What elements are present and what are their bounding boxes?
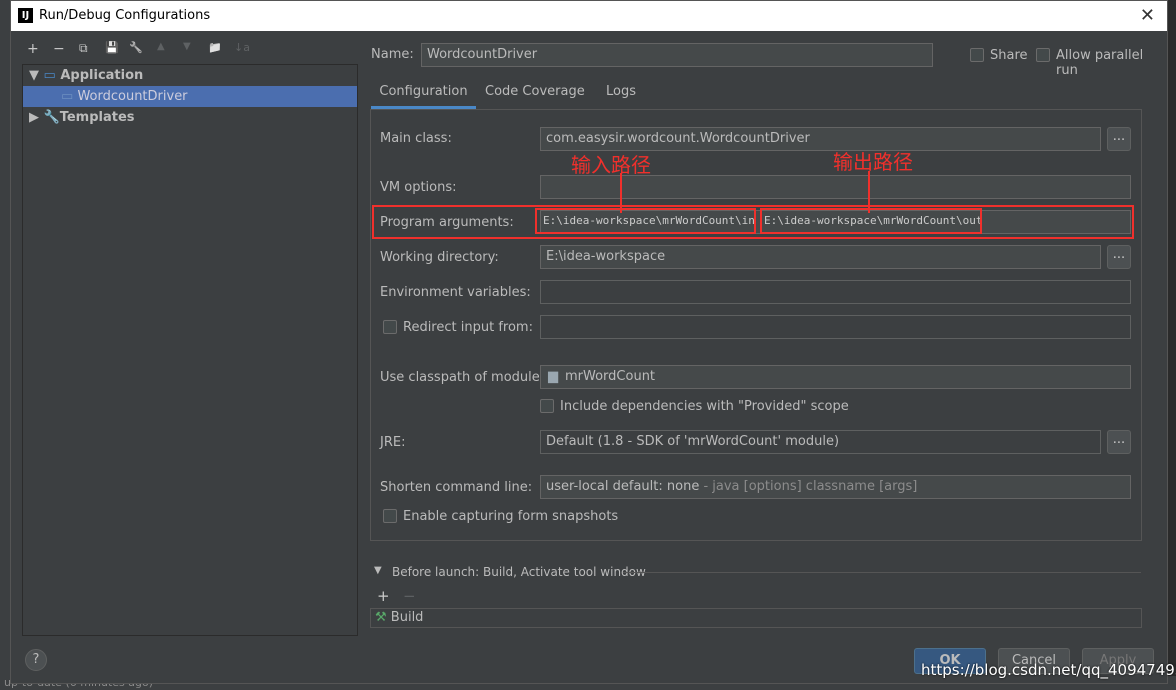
save-icon[interactable]: 💾	[105, 41, 119, 54]
program-arguments-label: Program arguments:	[380, 215, 514, 230]
tree-label: WordcountDriver	[77, 89, 188, 104]
snapshots-checkbox[interactable]	[383, 509, 397, 523]
annotation-output: 输出路径	[833, 150, 913, 174]
watermark: https://blog.csdn.net/qq_40947493	[921, 661, 1176, 679]
tree-label: Application	[60, 68, 144, 83]
working-directory-browse-button[interactable]: ...	[1107, 245, 1131, 269]
before-launch-label: Before launch: Build, Activate tool wind…	[392, 565, 646, 579]
share-label: Share	[990, 48, 1028, 63]
wrench-icon: 🔧	[43, 110, 60, 125]
env-variables-label: Environment variables:	[380, 285, 531, 300]
build-task[interactable]: Build	[391, 610, 424, 625]
tab-logs[interactable]: Logs	[606, 79, 636, 105]
tab-code-coverage[interactable]: Code Coverage	[485, 79, 585, 105]
help-button[interactable]: ?	[25, 649, 47, 671]
remove-icon[interactable]: −	[53, 41, 65, 57]
module-folder-icon: ▆	[548, 369, 558, 384]
close-button[interactable]: ✕	[1140, 1, 1155, 31]
main-class-browse-button[interactable]: ...	[1107, 127, 1131, 151]
main-class-label: Main class:	[380, 131, 452, 146]
arg-input-path: E:\idea-workspace\mrWordCount\input	[535, 208, 756, 234]
vm-options-label: VM options:	[380, 180, 457, 195]
redirect-checkbox[interactable]	[383, 320, 397, 334]
jre-label: JRE:	[380, 435, 406, 450]
main-class-input[interactable]: com.easysir.wordcount.WordcountDriver	[540, 127, 1101, 151]
redirect-input[interactable]	[540, 315, 1131, 339]
annotation-arrow-output	[868, 171, 870, 213]
jre-select[interactable]: Default (1.8 - SDK of 'mrWordCount' modu…	[540, 430, 1101, 454]
include-deps-checkbox[interactable]	[540, 399, 554, 413]
working-directory-input[interactable]: E:\idea-workspace	[540, 245, 1101, 269]
include-deps-label: Include dependencies with "Provided" sco…	[560, 399, 849, 414]
tree-item-wordcountdriver[interactable]: ▭ WordcountDriver	[23, 86, 357, 107]
add-icon[interactable]: +	[27, 41, 39, 57]
shorten-select[interactable]: user-local default: none - java [options…	[540, 475, 1131, 499]
redirect-label: Redirect input from:	[403, 320, 533, 335]
divider	[623, 572, 1141, 573]
annotation-arrow-input	[620, 173, 622, 213]
copy-icon[interactable]: ⧉	[79, 41, 88, 56]
move-up-icon[interactable]: ▲	[157, 41, 165, 52]
shorten-hint: - java [options] classname [args]	[699, 479, 918, 494]
shorten-label: Shorten command line:	[380, 480, 533, 495]
parallel-checkbox[interactable]	[1036, 48, 1050, 62]
name-label: Name:	[371, 47, 414, 62]
tree-item-application[interactable]: ▼ ▭ Application	[23, 65, 357, 86]
env-variables-input[interactable]	[540, 280, 1131, 304]
build-hammer-icon: ⚒	[375, 610, 387, 625]
classpath-select[interactable]: mrWordCount	[540, 365, 1131, 389]
tree-label: Templates	[59, 110, 135, 125]
add-task-icon[interactable]: +	[377, 587, 390, 605]
vm-options-input[interactable]	[540, 175, 1131, 199]
shorten-value: user-local default: none	[546, 479, 700, 494]
share-checkbox[interactable]	[970, 48, 984, 62]
jre-browse-button[interactable]: ...	[1107, 430, 1131, 454]
sort-icon[interactable]: ↓a	[234, 41, 250, 54]
wrench-icon[interactable]: 🔧	[129, 41, 143, 54]
tab-configuration[interactable]: Configuration	[371, 79, 476, 109]
title-bar: IJ Run/Debug Configurations ✕	[11, 1, 1167, 31]
working-directory-label: Working directory:	[380, 250, 499, 265]
move-down-icon[interactable]: ▼	[183, 41, 191, 52]
remove-task-icon[interactable]: −	[403, 587, 416, 605]
config-tree: ▼ ▭ Application ▭ WordcountDriver ▶ 🔧Tem…	[22, 64, 358, 636]
collapse-icon[interactable]: ▼	[374, 565, 382, 576]
parallel-label: Allow parallel run	[1056, 48, 1144, 78]
classpath-label: Use classpath of module:	[380, 370, 545, 385]
arg-output-path: E:\idea-workspace\mrWordCount\output	[760, 208, 982, 234]
name-input[interactable]: WordcountDriver	[421, 43, 933, 67]
before-launch-list: ⚒ Build	[370, 608, 1142, 628]
intellij-icon: IJ	[18, 8, 33, 23]
snapshots-label: Enable capturing form snapshots	[403, 509, 619, 524]
run-debug-dialog: IJ Run/Debug Configurations ✕ + − ⧉ 💾 🔧 …	[10, 0, 1176, 684]
tree-item-templates[interactable]: ▶ 🔧Templates	[23, 107, 357, 128]
annotation-input: 输入路径	[571, 153, 651, 177]
new-folder-icon[interactable]: 📁	[208, 41, 222, 54]
window-title: Run/Debug Configurations	[39, 8, 211, 23]
